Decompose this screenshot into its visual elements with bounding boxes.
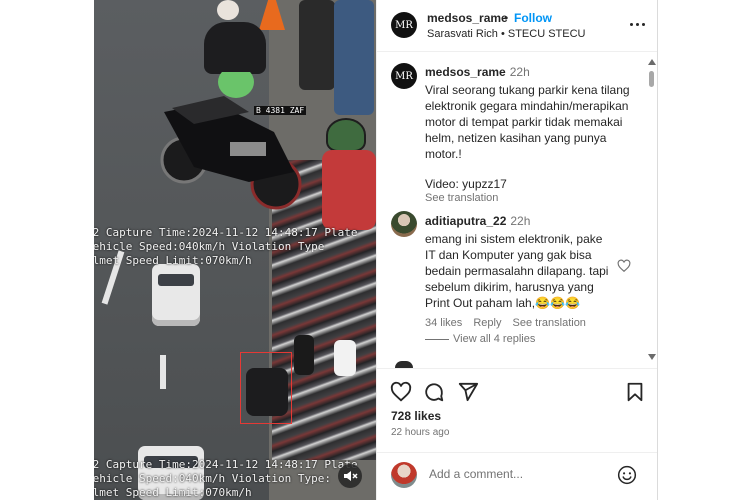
replies-line — [425, 339, 449, 340]
attendant-head — [217, 0, 239, 20]
comment-body: emang ini sistem elektronik, pake IT dan… — [425, 232, 609, 310]
comment-icon[interactable] — [423, 381, 445, 403]
see-translation-link[interactable]: See translation — [425, 192, 639, 204]
post-video[interactable]: B 4381 ZAF 92 Capture Time:2024-11-12 14… — [94, 0, 376, 500]
comment-username[interactable]: aditiaputra_22 — [425, 214, 506, 228]
bookmark-icon[interactable] — [624, 381, 646, 403]
red-motorcycle — [322, 150, 376, 230]
emoji-icon[interactable] — [617, 465, 637, 485]
pedestrian — [334, 0, 374, 115]
lane-marking — [160, 355, 166, 389]
post-sidebar: MR medsos_rame • Follow Sarasvati Rich •… — [376, 0, 658, 500]
comments-scrollbar[interactable] — [648, 53, 656, 368]
heart-icon[interactable] — [617, 259, 631, 273]
separator-dot: • — [504, 11, 509, 25]
commenter-avatar[interactable] — [391, 211, 417, 237]
author-avatar[interactable]: MR — [391, 12, 417, 38]
comment-emojis: 😂😂😂 — [535, 296, 580, 310]
likes-count[interactable]: 728 likes — [391, 409, 441, 423]
limit-info-text: elmet Speed Limit:070km/h — [94, 486, 252, 499]
pedestrian — [294, 335, 314, 375]
comment-meta: 34 likes Reply See translation — [425, 317, 611, 329]
follow-button[interactable]: Follow — [514, 11, 552, 25]
comments-section[interactable]: MR medsos_rame 22h Viral seorang tukang p… — [377, 53, 658, 368]
add-comment-bar — [377, 452, 658, 500]
motorcycle — [154, 66, 304, 212]
post-actions: 728 likes 22 hours ago — [377, 368, 658, 458]
speed-info-text: Vehicle Speed:040km/h Violation Type: — [94, 472, 332, 485]
more-icon[interactable] — [627, 14, 647, 34]
comment-likes[interactable]: 34 likes — [425, 317, 462, 329]
comment-time[interactable]: 22h — [510, 214, 530, 228]
caption-avatar[interactable]: MR — [391, 63, 417, 89]
scrollbar-thumb[interactable] — [649, 71, 654, 87]
scroll-down-arrow-icon[interactable] — [648, 354, 656, 360]
capture-info-text: 92 Capture Time:2024-11-12 14:48:17 Plat… — [94, 226, 358, 239]
modal-border — [657, 0, 658, 500]
detected-motorcycle — [246, 368, 288, 416]
helmet — [326, 118, 366, 152]
parking-attendant — [204, 22, 266, 74]
reply-button[interactable]: Reply — [473, 317, 501, 329]
view-replies-link[interactable]: View all 4 replies — [453, 333, 535, 345]
avatar-initials: MR — [395, 19, 413, 31]
caption-text: Viral seorang tukang parkir kena tilang … — [425, 83, 630, 161]
pedestrian — [334, 340, 356, 376]
scroll-up-arrow-icon[interactable] — [648, 59, 656, 65]
caption-time[interactable]: 22h — [510, 65, 530, 79]
post-header: MR medsos_rame • Follow Sarasvati Rich •… — [377, 0, 658, 52]
audio-subtitle[interactable]: Sarasvati Rich • STECU STECU — [427, 28, 586, 40]
avatar-initials: MR — [395, 70, 413, 82]
author-username[interactable]: medsos_rame — [427, 11, 508, 25]
comment-item: aditiaputra_22 22h emang ini sistem elekt… — [425, 212, 611, 329]
heart-icon[interactable] — [390, 381, 412, 403]
white-car — [152, 264, 200, 326]
share-icon[interactable] — [457, 381, 479, 403]
comment-input[interactable] — [429, 467, 609, 481]
video-credit: Video: yupzz17 — [425, 177, 507, 191]
speaker-muted-icon[interactable] — [338, 464, 362, 488]
user-avatar — [391, 462, 417, 488]
comment-see-translation[interactable]: See translation — [513, 317, 586, 329]
limit-info-text: elmet Speed Limit:070km/h — [94, 254, 252, 267]
capture-info-text: 92 Capture Time:2024-11-12 14:48:17 Plat… — [94, 458, 358, 471]
license-plate: B 4381 ZAF — [254, 106, 307, 115]
speed-info-text: Vehicle Speed:040km/h Violation Type — [94, 240, 325, 253]
pedestrian — [299, 0, 335, 90]
next-comment-avatar[interactable] — [395, 361, 413, 368]
comment-text: emang ini sistem elektronik, pake IT dan… — [425, 231, 611, 311]
caption-username[interactable]: medsos_rame — [425, 65, 506, 79]
post-timestamp[interactable]: 22 hours ago — [391, 427, 449, 438]
caption: medsos_rame 22h Viral seorang tukang park… — [425, 63, 639, 204]
